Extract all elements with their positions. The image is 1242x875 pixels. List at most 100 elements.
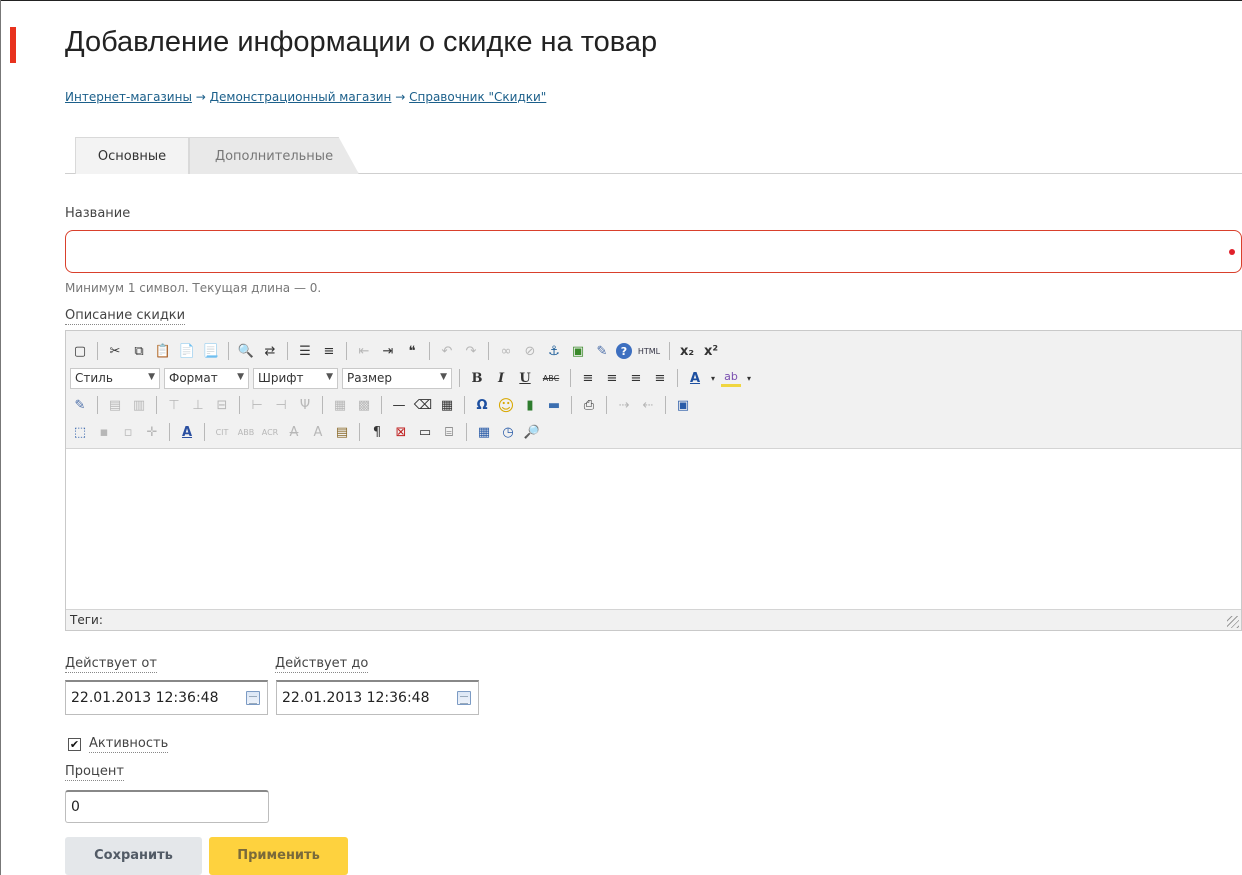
insert-layer-icon[interactable]: ⬚ — [70, 422, 90, 442]
align-right-icon[interactable]: ≡ — [626, 368, 646, 388]
media-icon[interactable]: ▮ — [520, 395, 540, 415]
replace-icon[interactable]: ⇄ — [260, 341, 280, 361]
font-select[interactable]: Шрифт ▼ — [253, 367, 338, 389]
paste-icon[interactable]: 📋 — [153, 341, 173, 361]
move-backward-icon[interactable]: ▫ — [118, 422, 138, 442]
merge-cells-icon[interactable]: ▩ — [354, 395, 374, 415]
find-icon[interactable]: 🔍 — [236, 341, 256, 361]
superscript-icon[interactable]: x² — [701, 341, 721, 361]
ins-text-icon[interactable]: A — [308, 422, 328, 442]
non-breaking-icon[interactable]: ⊠ — [391, 422, 411, 442]
numbered-list-icon[interactable]: ≡ — [319, 341, 339, 361]
col-after-icon[interactable]: ⊣ — [271, 395, 291, 415]
special-char-icon[interactable]: Ω — [472, 395, 492, 415]
attributes-icon[interactable]: ▤ — [332, 422, 352, 442]
html-source-icon[interactable]: HTML — [636, 341, 662, 361]
delete-col-icon[interactable]: Ψ — [295, 395, 315, 415]
ltr-icon[interactable]: ⇢ — [614, 395, 634, 415]
indent-icon[interactable]: ⇥ — [378, 341, 398, 361]
template-icon[interactable]: ▭ — [415, 422, 435, 442]
style-props-icon[interactable]: A — [177, 422, 197, 442]
link-icon[interactable]: ∞ — [496, 341, 516, 361]
move-forward-icon[interactable]: ▪ — [94, 422, 114, 442]
fullscreen-icon[interactable]: ▣ — [673, 395, 693, 415]
editor-content-area[interactable] — [66, 449, 1241, 609]
absolute-position-icon[interactable]: ✛ — [142, 422, 162, 442]
print-icon[interactable]: ⎙ — [579, 395, 599, 415]
apply-button[interactable]: Применить — [209, 837, 348, 875]
new-document-icon[interactable]: ▢ — [70, 341, 90, 361]
paste-text-icon[interactable]: 📄 — [177, 341, 197, 361]
style-select[interactable]: Стиль ▼ — [70, 367, 160, 389]
smiley-icon[interactable]: ☺ — [496, 395, 516, 415]
image-icon[interactable]: ▣ — [568, 341, 588, 361]
strikethrough-icon[interactable]: ABC — [539, 368, 563, 388]
size-select[interactable]: Размер ▼ — [342, 367, 452, 389]
page-break-icon[interactable]: ⌸ — [439, 422, 459, 442]
subscript-icon[interactable]: x₂ — [677, 341, 697, 361]
anchor-icon[interactable]: ⚓ — [544, 341, 564, 361]
undo-icon[interactable]: ↶ — [437, 341, 457, 361]
divider-line-icon[interactable]: ▬ — [544, 395, 564, 415]
calendar-icon[interactable] — [457, 691, 471, 705]
toolbar-row-1: ▢ ✂ ⧉ 📋 📄 📃 🔍 ⇄ ☰ ≡ ⇤ ⇥ ❝ ↶ ↷ ∞ ⊘ ⚓ ▣ ✎ — [70, 339, 721, 363]
cite-icon[interactable]: CIT — [212, 422, 232, 442]
active-label[interactable]: Активность — [89, 736, 169, 753]
cleanup-icon[interactable]: ✎ — [592, 341, 612, 361]
breadcrumb-link-demo-shop[interactable]: Демонстрационный магазин — [210, 90, 392, 104]
breadcrumb-link-discounts[interactable]: Справочник "Скидки" — [409, 90, 546, 104]
visual-chars-icon[interactable]: ¶ — [367, 422, 387, 442]
copy-icon[interactable]: ⧉ — [129, 341, 149, 361]
chevron-down-icon[interactable]: ▾ — [709, 368, 717, 388]
col-before-icon[interactable]: ⊢ — [247, 395, 267, 415]
highlight-color-icon[interactable]: ab — [721, 370, 741, 387]
italic-icon[interactable]: I — [491, 368, 511, 388]
blockquote-icon[interactable]: ❝ — [402, 341, 422, 361]
align-justify-icon[interactable]: ≡ — [650, 368, 670, 388]
rtl-icon[interactable]: ⇠ — [638, 395, 658, 415]
paste-word-icon[interactable]: 📃 — [201, 341, 221, 361]
active-to-input[interactable]: 22.01.2013 12:36:48 — [276, 680, 479, 715]
text-color-icon[interactable]: A — [685, 368, 705, 388]
redo-icon[interactable]: ↷ — [461, 341, 481, 361]
acronym-icon[interactable]: ACR — [260, 422, 280, 442]
align-center-icon[interactable]: ≡ — [602, 368, 622, 388]
bullet-list-icon[interactable]: ☰ — [295, 341, 315, 361]
breadcrumb-link-shops[interactable]: Интернет-магазины — [65, 90, 192, 104]
del-text-icon[interactable]: A — [284, 422, 304, 442]
edit-document-icon[interactable]: ✎ — [70, 395, 90, 415]
insert-date-icon[interactable]: ▦ — [474, 422, 494, 442]
toolbar-separator — [665, 396, 666, 414]
format-select[interactable]: Формат ▼ — [164, 367, 249, 389]
align-left-icon[interactable]: ≡ — [578, 368, 598, 388]
bold-icon[interactable]: B — [467, 368, 487, 388]
percent-input[interactable]: 0 — [65, 790, 269, 823]
underline-icon[interactable]: U — [515, 368, 535, 388]
abbr-icon[interactable]: ABB — [236, 422, 256, 442]
row-after-icon[interactable]: ⊥ — [188, 395, 208, 415]
table-row-props-icon[interactable]: ▤ — [105, 395, 125, 415]
name-input[interactable] — [65, 230, 1242, 273]
resize-grip-icon[interactable] — [1227, 616, 1239, 628]
help-icon[interactable]: ? — [616, 343, 632, 359]
chevron-down-icon[interactable]: ▾ — [745, 368, 753, 388]
horizontal-rule-icon[interactable]: — — [389, 395, 409, 415]
table-cell-props-icon[interactable]: ▥ — [129, 395, 149, 415]
row-before-icon[interactable]: ⊤ — [164, 395, 184, 415]
save-button[interactable]: Сохранить — [65, 837, 202, 875]
active-checkbox[interactable]: ✔ — [68, 738, 81, 751]
cut-icon[interactable]: ✂ — [105, 341, 125, 361]
insert-time-icon[interactable]: ◷ — [498, 422, 518, 442]
split-cells-icon[interactable]: ▦ — [330, 395, 350, 415]
insert-table-icon[interactable]: ▦ — [437, 395, 457, 415]
outdent-icon[interactable]: ⇤ — [354, 341, 374, 361]
tab-main[interactable]: Основные — [75, 137, 189, 174]
unlink-icon[interactable]: ⊘ — [520, 341, 540, 361]
delete-row-icon[interactable]: ⊟ — [212, 395, 232, 415]
preview-icon[interactable]: 🔎 — [522, 422, 542, 442]
toolbar-separator — [677, 369, 678, 387]
tab-additional[interactable]: Дополнительные — [189, 137, 359, 174]
calendar-icon[interactable] — [246, 691, 260, 705]
active-from-input[interactable]: 22.01.2013 12:36:48 — [65, 680, 268, 715]
eraser-icon[interactable]: ⌫ — [413, 395, 433, 415]
